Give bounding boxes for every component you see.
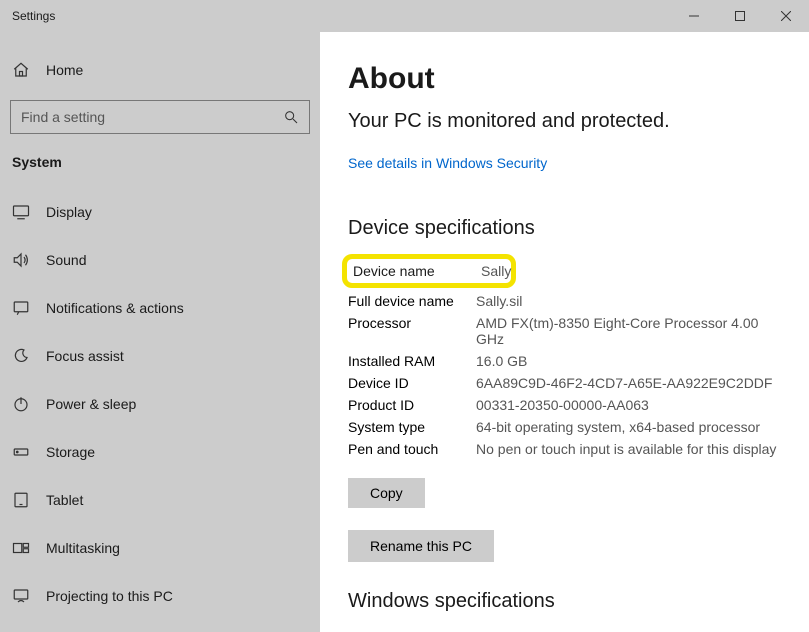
sidebar-item-label: Projecting to this PC — [46, 588, 173, 604]
titlebar: Settings — [0, 0, 809, 32]
sidebar-item-power-sleep[interactable]: Power & sleep — [10, 380, 310, 428]
power-icon — [12, 395, 30, 413]
table-row: Processor AMD FX(tm)-8350 Eight-Core Pro… — [348, 312, 781, 350]
spec-key: System type — [348, 419, 476, 435]
storage-icon — [12, 443, 30, 461]
sidebar: Home System Display Sound Notifications … — [0, 32, 320, 632]
search-input[interactable] — [21, 109, 283, 125]
projecting-icon — [12, 587, 30, 605]
sound-icon — [12, 251, 30, 269]
rename-pc-button[interactable]: Rename this PC — [348, 530, 494, 562]
sidebar-home-label: Home — [46, 62, 83, 78]
sidebar-item-projecting[interactable]: Projecting to this PC — [10, 572, 310, 620]
spec-key: Product ID — [348, 397, 476, 413]
sidebar-item-notifications[interactable]: Notifications & actions — [10, 284, 310, 332]
table-row: Device ID 6AA89C9D-46F2-4CD7-A65E-AA922E… — [348, 372, 781, 394]
spec-key: Pen and touch — [348, 441, 476, 457]
spec-value: Sally — [481, 263, 511, 279]
sidebar-item-storage[interactable]: Storage — [10, 428, 310, 476]
sidebar-item-focus-assist[interactable]: Focus assist — [10, 332, 310, 380]
sidebar-item-label: Power & sleep — [46, 396, 136, 412]
spec-value: No pen or touch input is available for t… — [476, 441, 781, 457]
device-name-row-highlight: Device name Sally — [342, 254, 516, 288]
spec-key: Installed RAM — [348, 353, 476, 369]
spec-value: Sally.sil — [476, 293, 781, 309]
device-specs-heading: Device specifications — [348, 217, 781, 240]
table-row: Full device name Sally.sil — [348, 290, 781, 312]
sidebar-item-label: Tablet — [46, 492, 83, 508]
spec-key: Full device name — [348, 293, 476, 309]
maximize-button[interactable] — [717, 0, 763, 32]
minimize-button[interactable] — [671, 0, 717, 32]
minimize-icon — [689, 11, 699, 21]
window-title: Settings — [12, 9, 55, 23]
sidebar-item-label: Display — [46, 204, 92, 220]
search-box[interactable] — [10, 100, 310, 134]
sidebar-item-label: Focus assist — [46, 348, 124, 364]
sidebar-item-tablet[interactable]: Tablet — [10, 476, 310, 524]
close-button[interactable] — [763, 0, 809, 32]
search-icon — [283, 109, 299, 125]
spec-key: Processor — [348, 315, 476, 347]
spec-value: 64-bit operating system, x64-based proce… — [476, 419, 781, 435]
table-row: Product ID 00331-20350-00000-AA063 — [348, 394, 781, 416]
device-specs-table: Device name Sally Full device name Sally… — [348, 254, 781, 460]
sidebar-item-label: Storage — [46, 444, 95, 460]
protection-status: Your PC is monitored and protected. — [348, 110, 781, 133]
spec-value: 00331-20350-00000-AA063 — [476, 397, 781, 413]
close-icon — [781, 11, 791, 21]
windows-specs-heading: Windows specifications — [348, 590, 781, 613]
sidebar-section-system: System — [12, 154, 310, 170]
spec-value: AMD FX(tm)-8350 Eight-Core Processor 4.0… — [476, 315, 781, 347]
notifications-icon — [12, 299, 30, 317]
sidebar-item-display[interactable]: Display — [10, 188, 310, 236]
spec-key: Device name — [353, 263, 481, 279]
focus-assist-icon — [12, 347, 30, 365]
main-pane: About Your PC is monitored and protected… — [320, 32, 809, 632]
sidebar-item-label: Sound — [46, 252, 86, 268]
maximize-icon — [735, 11, 745, 21]
spec-value: 16.0 GB — [476, 353, 781, 369]
page-title: About — [348, 62, 781, 96]
home-icon — [12, 61, 30, 79]
copy-button[interactable]: Copy — [348, 478, 425, 508]
spec-key: Device ID — [348, 375, 476, 391]
table-row: Installed RAM 16.0 GB — [348, 350, 781, 372]
table-row: Pen and touch No pen or touch input is a… — [348, 438, 781, 460]
sidebar-home[interactable]: Home — [10, 50, 310, 90]
multitasking-icon — [12, 539, 30, 557]
sidebar-item-label: Notifications & actions — [46, 300, 184, 316]
sidebar-item-sound[interactable]: Sound — [10, 236, 310, 284]
sidebar-item-label: Multitasking — [46, 540, 120, 556]
security-link[interactable]: See details in Windows Security — [348, 155, 547, 171]
spec-value: 6AA89C9D-46F2-4CD7-A65E-AA922E9C2DDF — [476, 375, 781, 391]
sidebar-item-multitasking[interactable]: Multitasking — [10, 524, 310, 572]
table-row: System type 64-bit operating system, x64… — [348, 416, 781, 438]
tablet-icon — [12, 491, 30, 509]
display-icon — [12, 203, 30, 221]
